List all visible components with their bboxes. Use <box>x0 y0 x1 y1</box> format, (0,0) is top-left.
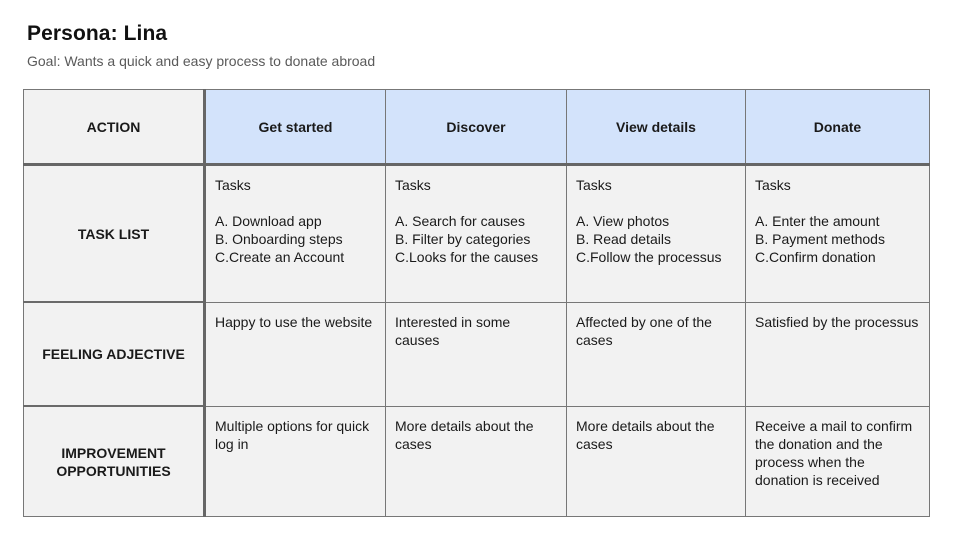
tasks-heading: Tasks <box>755 177 791 193</box>
persona-goal: Goal: Wants a quick and easy process to … <box>27 53 376 69</box>
improvement-cell: Multiple options for quick log in <box>204 405 386 517</box>
row-label-text: FEELING ADJECTIVE <box>42 346 185 362</box>
improvement-text: Multiple options for quick log in <box>215 417 370 452</box>
header-row: ACTION Get started Discover View details… <box>23 89 930 166</box>
row-label-text: OPPORTUNITIES <box>56 462 171 479</box>
improvement-cell: Receive a mail to confirm the donation a… <box>745 405 930 517</box>
task-item: C.Follow the processus <box>576 249 722 265</box>
journey-map-table: ACTION Get started Discover View details… <box>23 89 930 517</box>
task-list-row: TASK LIST Tasks A. Download app B. Onboa… <box>23 164 930 303</box>
feeling-cell: Affected by one of the cases <box>566 301 746 407</box>
task-item: C.Create an Account <box>215 249 345 265</box>
feeling-cell: Interested in some causes <box>385 301 567 407</box>
task-item: C.Confirm donation <box>755 249 876 265</box>
task-cell: Tasks A. Search for causes B. Filter by … <box>385 164 567 303</box>
corner-label: ACTION <box>23 89 206 166</box>
improvement-cell: More details about the cases <box>385 405 567 517</box>
task-item: A. Enter the amount <box>755 213 880 229</box>
task-item: A. Download app <box>215 213 322 229</box>
row-label-improvement: IMPROVEMENT OPPORTUNITIES <box>23 405 206 517</box>
improvement-row: IMPROVEMENT OPPORTUNITIES Multiple optio… <box>23 405 930 517</box>
feeling-cell: Happy to use the website <box>204 301 386 407</box>
feeling-text: Happy to use the website <box>215 313 373 330</box>
row-label-text: TASK LIST <box>77 225 150 242</box>
feeling-text: Affected by one of the cases <box>576 313 712 348</box>
task-cell: Tasks A. Download app B. Onboarding step… <box>204 164 386 303</box>
improvement-cell: More details about the cases <box>566 405 746 517</box>
task-cell: Tasks A. Enter the amount B. Payment met… <box>745 164 930 303</box>
task-item: A. Search for causes <box>395 213 525 229</box>
task-cell: Tasks A. View photos B. Read details C.F… <box>566 164 746 303</box>
task-item: C.Looks for the causes <box>395 249 539 265</box>
tasks-heading: Tasks <box>395 177 431 193</box>
task-item: B. Payment methods <box>755 231 885 247</box>
feeling-row: FEELING ADJECTIVE Happy to use the websi… <box>23 301 930 407</box>
row-label-text: IMPROVEMENT <box>61 444 166 461</box>
tasks-heading: Tasks <box>215 177 251 193</box>
feeling-text: Interested in some causes <box>395 313 511 348</box>
stage-get-started: Get started <box>204 89 386 166</box>
improvement-text: More details about the cases <box>395 417 534 452</box>
improvement-text: Receive a mail to confirm the donation a… <box>755 417 913 488</box>
page-title: Persona: Lina <box>27 22 168 45</box>
task-item: B. Read details <box>576 231 671 247</box>
stage-view-details: View details <box>566 89 746 166</box>
feeling-cell: Satisfied by the processus <box>745 301 930 407</box>
stage-discover: Discover <box>385 89 567 166</box>
feeling-text: Satisfied by the processus <box>755 313 919 330</box>
improvement-text: More details about the cases <box>576 417 715 452</box>
task-item: A. View photos <box>576 213 670 229</box>
tasks-heading: Tasks <box>576 177 612 193</box>
row-label-feeling: FEELING ADJECTIVE <box>23 301 206 407</box>
stage-donate: Donate <box>745 89 930 166</box>
row-label-task-list: TASK LIST <box>23 164 206 303</box>
task-item: B. Onboarding steps <box>215 231 343 247</box>
task-item: B. Filter by categories <box>395 231 531 247</box>
